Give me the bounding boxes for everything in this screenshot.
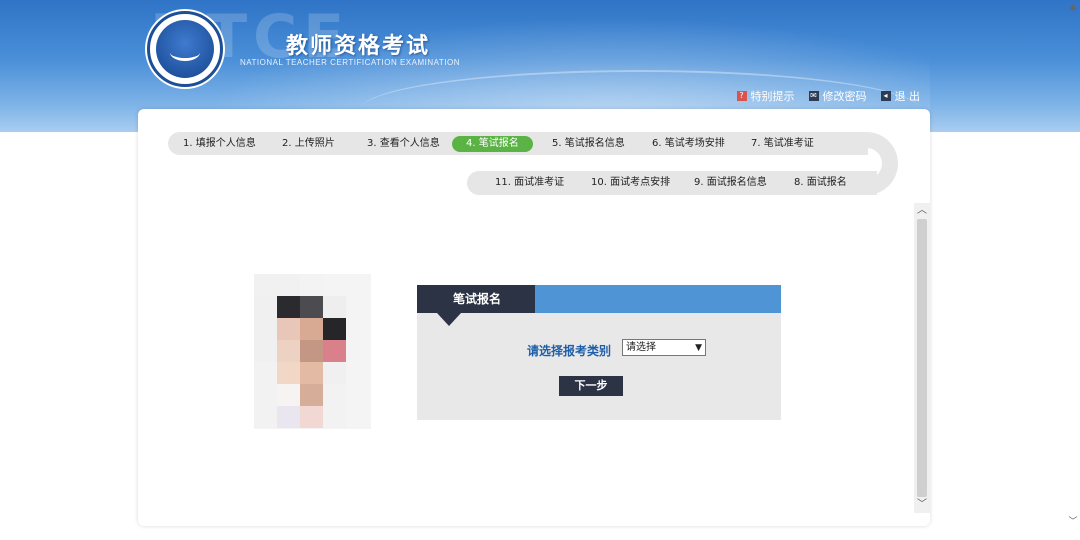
top-links: ? 特别提示 ✉ 修改密码 ◂ 退 出 — [736, 88, 921, 104]
logout-link[interactable]: ◂ 退 出 — [880, 88, 921, 104]
chevron-down-icon: ▼ — [695, 343, 702, 353]
scrollbar-thumb[interactable] — [917, 219, 927, 497]
step-interview-site-arrangement[interactable]: 10. 面试考点安排 — [591, 175, 670, 191]
logo-emblem-icon — [156, 20, 214, 78]
window-scrollbar[interactable]: ▲ ﹀ — [1066, 0, 1080, 540]
exit-icon: ◂ — [880, 91, 891, 101]
key-icon: ✉ — [808, 91, 819, 101]
next-step-button[interactable]: 下一步 — [559, 376, 623, 396]
step-upload-photo[interactable]: 2. 上传照片 — [282, 136, 335, 152]
applicant-photo — [254, 274, 371, 429]
step-written-registration-info[interactable]: 5. 笔试报名信息 — [552, 136, 625, 152]
logout-label: 退 出 — [894, 90, 921, 103]
step-written-admission-ticket[interactable]: 7. 笔试准考证 — [751, 136, 814, 152]
main-panel: 1. 填报个人信息 2. 上传照片 3. 查看个人信息 4. 笔试报名 5. 笔… — [138, 109, 930, 526]
step-interview-registration[interactable]: 8. 面试报名 — [794, 175, 847, 191]
site-title: 教师资格考试 — [286, 34, 431, 59]
change-password-label: 修改密码 — [822, 90, 867, 103]
site-subtitle: NATIONAL TEACHER CERTIFICATION EXAMINATI… — [240, 58, 460, 67]
tab-pointer-icon — [437, 313, 461, 326]
written-registration-form: 笔试报名 请选择报考类别 请选择 ▼ 下一步 — [417, 285, 781, 420]
content-scrollbar[interactable]: ︿ ﹀ — [914, 203, 930, 513]
scroll-down-icon[interactable]: ﹀ — [914, 498, 930, 512]
step-view-personal-info[interactable]: 3. 查看个人信息 — [367, 136, 440, 152]
special-notice-link[interactable]: ? 特别提示 — [736, 88, 795, 104]
exam-category-selected-value: 请选择 — [626, 342, 656, 353]
step-fill-personal-info[interactable]: 1. 填报个人信息 — [183, 136, 256, 152]
step-interview-admission-ticket[interactable]: 11. 面试准考证 — [495, 175, 564, 191]
exam-category-label: 请选择报考类别 — [527, 344, 612, 358]
change-password-link[interactable]: ✉ 修改密码 — [808, 88, 867, 104]
alert-icon: ? — [736, 91, 747, 101]
window-scroll-down-icon[interactable]: ﹀ — [1066, 516, 1080, 528]
exam-category-select[interactable]: 请选择 ▼ — [622, 339, 706, 356]
ntce-logo — [147, 11, 223, 87]
step-written-registration[interactable]: 4. 笔试报名 — [452, 136, 533, 152]
window-scroll-up-icon[interactable]: ▲ — [1066, 1, 1080, 13]
step-written-room-arrangement[interactable]: 6. 笔试考场安排 — [652, 136, 725, 152]
scroll-up-icon[interactable]: ︿ — [914, 204, 930, 218]
step-interview-registration-info[interactable]: 9. 面试报名信息 — [694, 175, 767, 191]
special-notice-label: 特别提示 — [750, 90, 795, 103]
form-tab-written-registration: 笔试报名 — [417, 285, 535, 313]
